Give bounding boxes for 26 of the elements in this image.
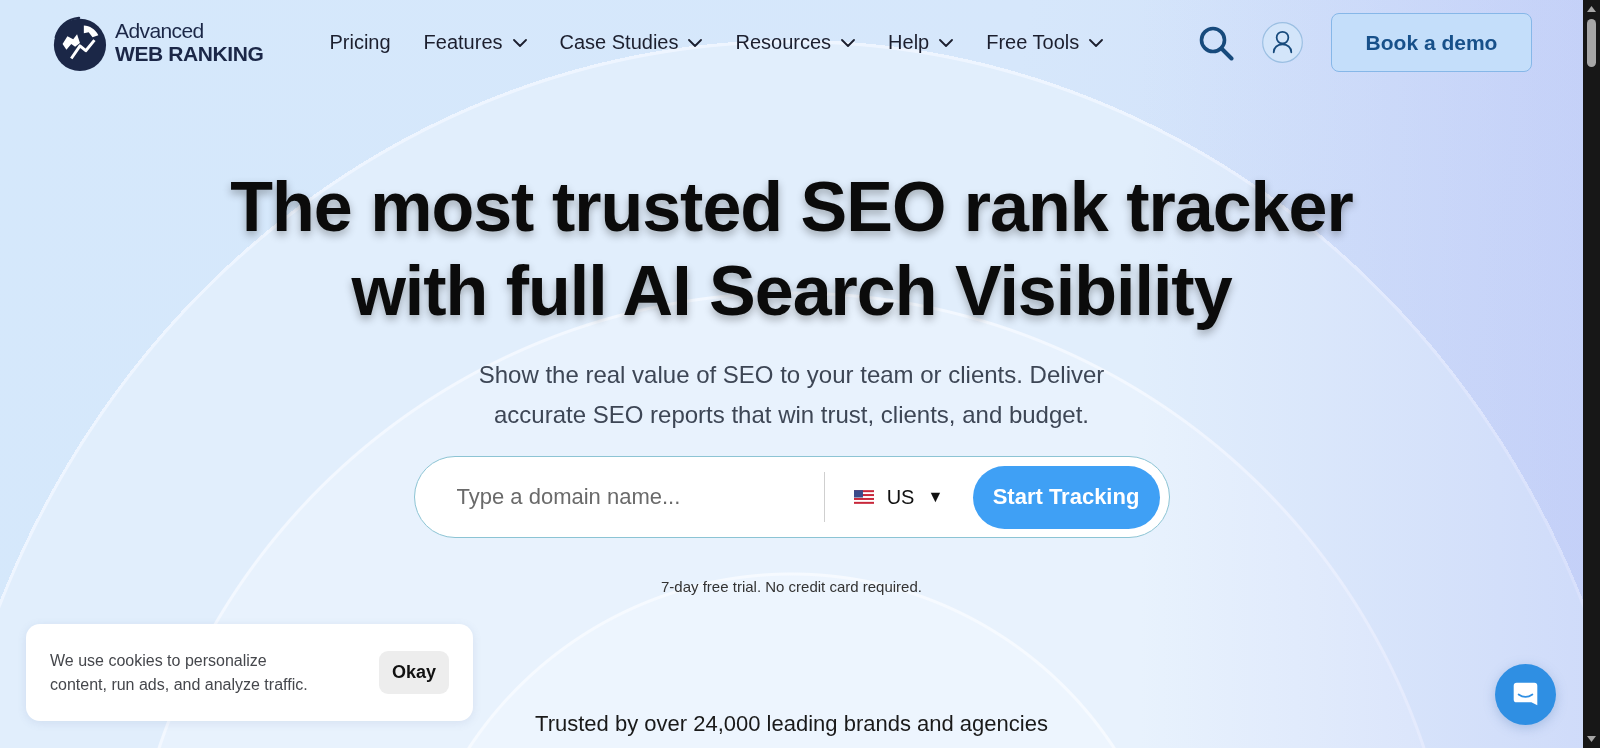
country-select[interactable]: US ▼ [824, 485, 973, 509]
book-demo-button[interactable]: Book a demo [1331, 13, 1532, 72]
domain-input[interactable]: Type a domain name... [414, 457, 824, 537]
okay-button[interactable]: Okay [378, 651, 449, 694]
search-icon[interactable] [1198, 24, 1234, 61]
hero-headline: The most trusted SEO rank tracker with full AI Search Visibility [229, 167, 1354, 332]
logo-text: Advanced [115, 20, 205, 42]
nav-link[interactable]: Help [888, 31, 954, 54]
cookie-message: We use cookies to personalize content, run ads, and analyze traffic. [50, 650, 309, 695]
nav-link[interactable]: Features [423, 31, 527, 54]
scrollbar-thumb[interactable] [1587, 19, 1596, 67]
search-field[interactable]: Type a domain name... US ▼ Start Tracking [413, 456, 1170, 538]
trusted-by-text: Trusted by over 24,000 leading brands and agencies [535, 710, 1048, 738]
nav-link[interactable]: Free Tools [986, 31, 1104, 54]
us-flag-icon [853, 490, 874, 504]
logo-text: WEB RANKING [115, 42, 264, 65]
user-icon[interactable] [1262, 22, 1303, 63]
hero-subtitle: Show the real value of SEO to your team or clients. Deliver accurate SEO reports that win trust, clients, and budget. [477, 360, 1106, 430]
scroll-down-arrow-icon[interactable] [1587, 736, 1596, 742]
chat-icon[interactable] [1495, 664, 1556, 725]
nav-link[interactable]: Pricing [329, 31, 391, 54]
nav-link[interactable]: Case Studies [559, 31, 703, 54]
scroll-up-arrow-icon[interactable] [1587, 6, 1596, 12]
trial-note: 7-day free trial. No credit card required. [661, 577, 922, 597]
nav-link[interactable]: Resources [735, 31, 856, 54]
scrollbar[interactable] [1583, 0, 1600, 748]
